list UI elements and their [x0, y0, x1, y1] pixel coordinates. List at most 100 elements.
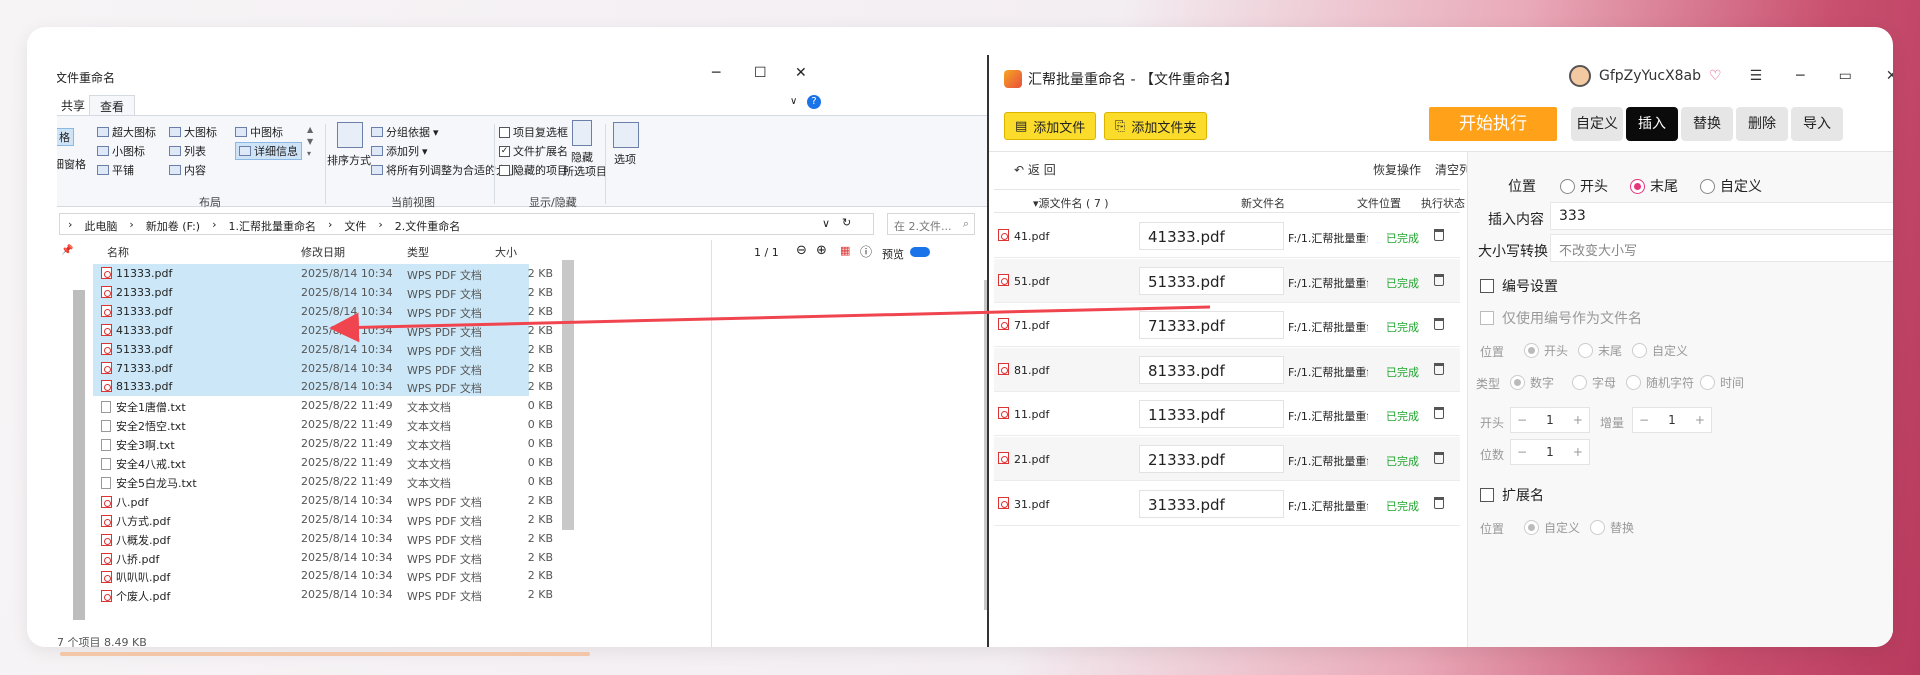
nav-scrollbar[interactable]: [73, 290, 85, 620]
table-row[interactable]: 21333.pdf 2025/8/14 10:34 WPS PDF 文档 2 KB: [93, 282, 553, 302]
breadcrumb-this-pc[interactable]: 此电脑: [84, 218, 117, 233]
layout-details[interactable]: 详细信息: [235, 142, 302, 160]
new-name-cell[interactable]: 31333.pdf: [1139, 489, 1284, 518]
trash-icon[interactable]: [1434, 318, 1444, 331]
minimize-icon[interactable]: ─: [712, 65, 720, 81]
digits-stepper[interactable]: −1 +: [1510, 439, 1590, 465]
fit-columns-button[interactable]: 将所有列调整为合适的大小: [371, 162, 518, 178]
table-row[interactable]: 51.pdf 51333.pdf F:/1.汇帮批量重命名/文件 已完成: [994, 258, 1460, 303]
breadcrumb-folder-2[interactable]: 文件: [344, 218, 366, 233]
table-row[interactable]: 71333.pdf 2025/8/14 10:34 WPS PDF 文档 2 KB: [93, 358, 553, 378]
table-row[interactable]: 安全5白龙马.txt 2025/8/22 11:49 文本文档 0 KB: [93, 472, 553, 491]
tab-view[interactable]: 查看: [89, 95, 136, 117]
tab-3[interactable]: 删除: [1736, 107, 1788, 141]
help-icon[interactable]: ?: [807, 95, 821, 109]
table-row[interactable]: 八概发.pdf 2025/8/14 10:34 WPS PDF 文档 2 KB: [93, 529, 553, 548]
start-stepper[interactable]: −1 +: [1510, 407, 1590, 433]
item-checkboxes-toggle[interactable]: 项目复选框: [499, 124, 568, 140]
trash-icon[interactable]: [1434, 273, 1444, 286]
hide-selected-icon[interactable]: [572, 120, 592, 146]
table-row[interactable]: 81.pdf 81333.pdf F:/1.汇帮批量重命名/文件 已完成: [994, 347, 1460, 392]
table-row[interactable]: 21.pdf 21333.pdf F:/1.汇帮批量重命名/文件 已完成: [994, 437, 1460, 481]
table-row[interactable]: 11333.pdf 2025/8/14 10:34 WPS PDF 文档 2 KB: [93, 264, 553, 283]
type-number-radio[interactable]: 数字: [1510, 374, 1554, 391]
extension-checkbox[interactable]: 扩展名: [1480, 485, 1544, 505]
new-name-cell[interactable]: 11333.pdf: [1139, 400, 1284, 429]
table-row[interactable]: 安全3啊.txt 2025/8/22 11:49 文本文档 0 KB: [93, 434, 553, 453]
num-pos-custom-radio[interactable]: 自定义: [1632, 342, 1688, 359]
layout-scroll-arrows[interactable]: ▲ ▼ ▾: [307, 124, 313, 160]
maximize-icon[interactable]: ☐: [754, 65, 767, 81]
table-row[interactable]: 八.pdf 2025/8/14 10:34 WPS PDF 文档 2 KB: [93, 491, 553, 510]
trash-icon[interactable]: [1434, 496, 1444, 509]
layout-tiles[interactable]: 平铺: [97, 162, 134, 178]
layout-list[interactable]: 列表: [169, 143, 206, 159]
position-start-radio[interactable]: 开头: [1560, 176, 1608, 196]
zoom-out-icon[interactable]: ⊖: [796, 243, 807, 258]
layout-large-icons[interactable]: 大图标: [169, 124, 217, 140]
trash-icon[interactable]: [1434, 452, 1444, 464]
user-info[interactable]: GfpZyYucX8ab ♡ ☰ ─ ▭ ✕: [1569, 65, 1893, 87]
layout-small-icons[interactable]: 小图标: [97, 143, 145, 159]
menu-icon[interactable]: ☰: [1750, 68, 1763, 84]
collapse-ribbon-icon[interactable]: ∨: [790, 96, 797, 107]
table-row[interactable]: 八方式.pdf 2025/8/14 10:34 WPS PDF 文档 2 KB: [93, 510, 553, 529]
grid-icon[interactable]: ▦: [840, 244, 850, 257]
zoom-in-icon[interactable]: ⊕: [816, 243, 827, 258]
file-extensions-toggle[interactable]: ✓ 文件扩展名: [499, 143, 568, 159]
new-name-cell[interactable]: 51333.pdf: [1139, 266, 1284, 295]
header-source-name[interactable]: ▾源文件名 ( 7 ): [1033, 195, 1109, 211]
file-list-scrollbar[interactable]: [562, 260, 574, 530]
tab-2[interactable]: 替换: [1681, 107, 1733, 141]
options-button[interactable]: 选项: [614, 151, 636, 167]
close-icon[interactable]: ✕: [1886, 68, 1893, 84]
preview-toggle[interactable]: [910, 247, 930, 257]
type-letter-radio[interactable]: 字母: [1572, 374, 1616, 391]
num-pos-end-radio[interactable]: 末尾: [1578, 342, 1622, 359]
only-number-checkbox[interactable]: 仅使用编号作为文件名: [1480, 308, 1642, 328]
type-time-radio[interactable]: 时间: [1700, 374, 1744, 391]
help-circle-icon[interactable]: ⓘ: [860, 243, 872, 260]
table-row[interactable]: 个废人.pdf 2025/8/14 10:34 WPS PDF 文档 2 KB: [93, 585, 553, 604]
pane-fragment[interactable]: 格: [57, 128, 74, 146]
tab-1[interactable]: 插入: [1626, 107, 1678, 141]
column-type[interactable]: 类型: [407, 244, 429, 260]
maximize-icon[interactable]: ▭: [1839, 68, 1852, 84]
restore-button[interactable]: 恢复操作: [1373, 161, 1421, 178]
hide-selected-label-2[interactable]: 所选项目: [563, 163, 607, 179]
add-column-button[interactable]: 添加列 ▾: [371, 143, 428, 159]
group-by-button[interactable]: 分组依据 ▾: [371, 124, 439, 140]
new-name-cell[interactable]: 41333.pdf: [1139, 222, 1284, 250]
close-icon[interactable]: ✕: [795, 65, 807, 81]
address-bar[interactable]: › 此电脑 › 新加卷 (F:) › 1.汇帮批量重命名 › 文件 › 2.文件重命名 …: [59, 213, 874, 235]
new-name-cell[interactable]: 71333.pdf: [1139, 311, 1284, 340]
table-row[interactable]: 安全1唐僧.txt 2025/8/22 11:49 文本文档 0 KB: [93, 396, 553, 415]
search-box[interactable]: 在 2.文件... ⌕: [887, 213, 975, 235]
table-row[interactable]: 安全2悟空.txt 2025/8/22 11:49 文本文档 0 KB: [93, 415, 553, 434]
table-row[interactable]: 11.pdf 11333.pdf F:/1.汇帮批量重命名/文件 已完成: [994, 392, 1460, 437]
case-select[interactable]: 不改变大小写: [1550, 234, 1893, 262]
table-row[interactable]: 安全4八戒.txt 2025/8/22 11:49 文本文档 0 KB: [93, 453, 553, 472]
breadcrumb-drive[interactable]: 新加卷 (F:): [146, 218, 200, 233]
insert-content-input[interactable]: 333: [1550, 202, 1893, 230]
table-row[interactable]: 叭叭叭.pdf 2025/8/14 10:34 WPS PDF 文档 2 KB: [93, 566, 553, 585]
position-end-radio[interactable]: 末尾: [1630, 176, 1678, 196]
minimize-icon[interactable]: ─: [1796, 68, 1804, 84]
table-row[interactable]: 31.pdf 31333.pdf F:/1.汇帮批量重命名/文件 已完成: [994, 482, 1460, 526]
refresh-icon[interactable]: ↻: [842, 216, 851, 229]
layout-extra-large-icons[interactable]: 超大图标: [97, 124, 156, 140]
table-row[interactable]: 51333.pdf 2025/8/14 10:34 WPS PDF 文档 2 KB: [93, 339, 553, 359]
breadcrumb-folder-3[interactable]: 2.文件重命名: [395, 218, 461, 233]
type-random-radio[interactable]: 随机字符: [1626, 374, 1694, 391]
add-file-button[interactable]: ▤ 添加文件: [1004, 112, 1097, 140]
trash-icon[interactable]: [1434, 229, 1444, 241]
table-row[interactable]: 71.pdf 71333.pdf F:/1.汇帮批量重命名/文件 已完成: [994, 303, 1460, 348]
layout-medium-icons[interactable]: 中图标: [235, 124, 283, 140]
table-row[interactable]: 81333.pdf 2025/8/14 10:34 WPS PDF 文档 2 KB: [93, 377, 553, 397]
table-row[interactable]: 八挢.pdf 2025/8/14 10:34 WPS PDF 文档 2 KB: [93, 548, 553, 567]
options-icon[interactable]: [613, 122, 639, 148]
back-button[interactable]: ↶ 返 回: [1014, 161, 1056, 178]
breadcrumb-folder-1[interactable]: 1.汇帮批量重命名: [228, 218, 316, 233]
trash-icon[interactable]: [1434, 362, 1444, 375]
details-pane-fragment[interactable]: 细窗格: [57, 156, 86, 172]
